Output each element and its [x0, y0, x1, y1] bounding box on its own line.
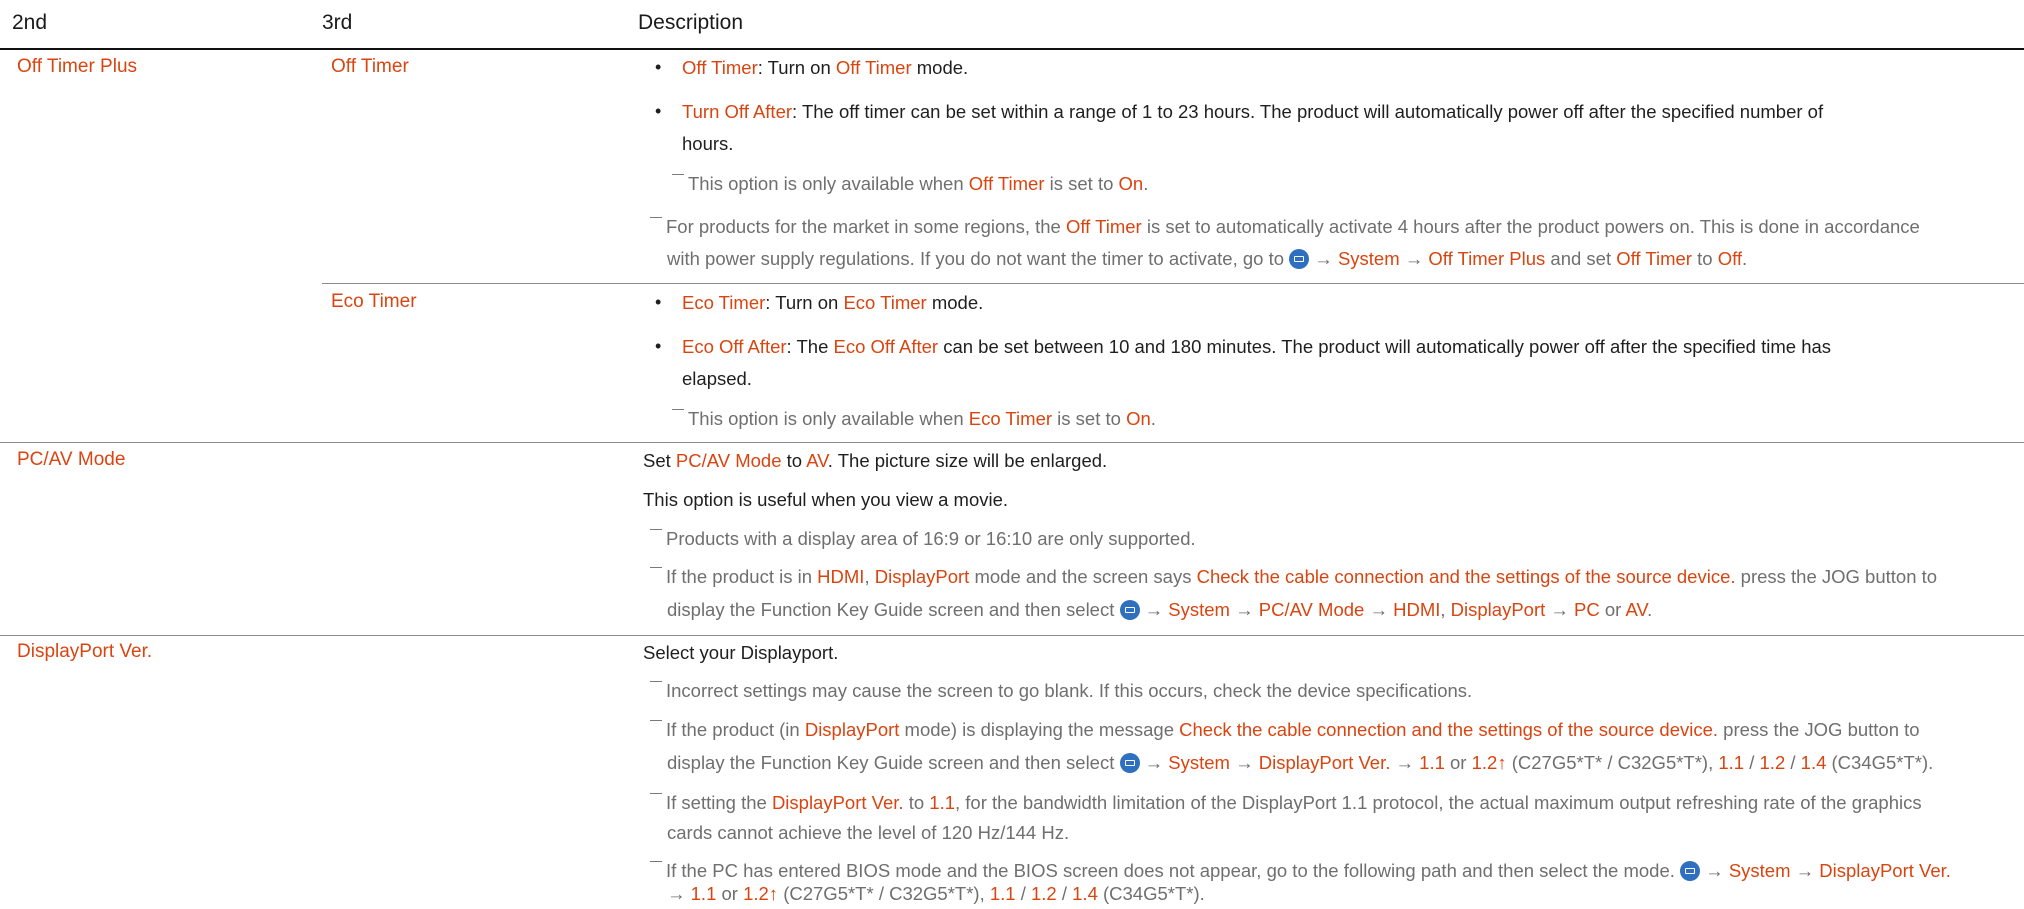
- pcav-note-2-line-1: If the product is in HDMI, DisplayPort m…: [650, 565, 1937, 589]
- header-rule: [0, 48, 2024, 50]
- off-timer-bullet-2-line-2: hours.: [682, 133, 734, 154]
- off-timer-bullet-1: Off Timer: Turn on Off Timer mode.: [682, 57, 969, 78]
- dpver-note-2-line-1: If the product (in DisplayPort mode) is …: [650, 718, 1920, 742]
- header-description: Description: [638, 11, 744, 34]
- menu-icon: [1119, 600, 1140, 620]
- dpver-note-1: Incorrect settings may cause the screen …: [650, 679, 1472, 703]
- eco-timer-bullet-1: Eco Timer: Turn on Eco Timer mode.: [682, 292, 984, 313]
- note-dash: [650, 720, 662, 721]
- eco-timer-bullet-2-line-2: elapsed.: [682, 368, 752, 389]
- menu-icon: [1680, 861, 1701, 881]
- pcav-note-2-line-2: display the Function Key Guide screen an…: [667, 599, 1653, 620]
- note-dash: [650, 681, 662, 682]
- row-divider: [322, 283, 2024, 284]
- row-label-eco-timer: Eco Timer: [331, 291, 417, 312]
- dpver-note-3-line-1: If setting the DisplayPort Ver. to 1.1, …: [650, 791, 1922, 815]
- bullet-dot: •: [655, 336, 662, 356]
- note-dash: [650, 529, 662, 530]
- dpver-line-1: Select your Displayport.: [643, 642, 839, 663]
- bullet-dot: •: [655, 101, 662, 121]
- note-dash: [650, 793, 662, 794]
- off-timer-bullet-2-line-1: Turn Off After: The off timer can be set…: [682, 101, 1824, 122]
- row-label-displayport-ver: DisplayPort Ver.: [17, 641, 153, 662]
- header-3rd: 3rd: [322, 11, 353, 34]
- note-dash: [672, 409, 684, 410]
- bullet-dot: •: [655, 292, 662, 312]
- dpver-note-3-line-2: cards cannot achieve the level of 120 Hz…: [667, 822, 1070, 843]
- off-timer-note-1: This option is only available when Off T…: [672, 172, 1148, 196]
- menu-icon: [1289, 249, 1310, 269]
- off-timer-note-2-line-2: with power supply regulations. If you do…: [667, 248, 1748, 269]
- row-label-off-timer: Off Timer: [331, 56, 409, 77]
- row-label-pc-av-mode: PC/AV Mode: [17, 449, 126, 470]
- row-label-off-timer-plus: Off Timer Plus: [17, 56, 138, 77]
- pcav-note-1: Products with a display area of 16:9 or …: [650, 527, 1196, 551]
- eco-timer-note-1: This option is only available when Eco T…: [672, 407, 1156, 431]
- off-timer-note-2-line-1: For products for the market in some regi…: [650, 215, 1920, 239]
- row-divider: [0, 635, 2024, 636]
- note-dash: [650, 217, 662, 218]
- pcav-line-2: This option is useful when you view a mo…: [643, 489, 1009, 510]
- eco-timer-bullet-2-line-1: Eco Off After: The Eco Off After can be …: [682, 336, 1832, 357]
- dpver-note-4-line-2: → 1.1 or 1.2↑ (C27G5*T* / C32G5*T*), 1.1…: [667, 883, 1205, 904]
- note-dash: [672, 174, 684, 175]
- header-2nd: 2nd: [12, 11, 48, 34]
- dpver-note-2-line-2: display the Function Key Guide screen an…: [667, 752, 1934, 773]
- bullet-dot: •: [655, 57, 662, 77]
- row-divider: [0, 442, 2024, 443]
- dpver-note-4-line-1: If the PC has entered BIOS mode and the …: [650, 859, 1951, 883]
- note-dash: [650, 861, 662, 862]
- note-dash: [650, 567, 662, 568]
- pcav-line-1: Set PC/AV Mode to AV. The picture size w…: [643, 450, 1108, 471]
- menu-icon: [1119, 753, 1140, 773]
